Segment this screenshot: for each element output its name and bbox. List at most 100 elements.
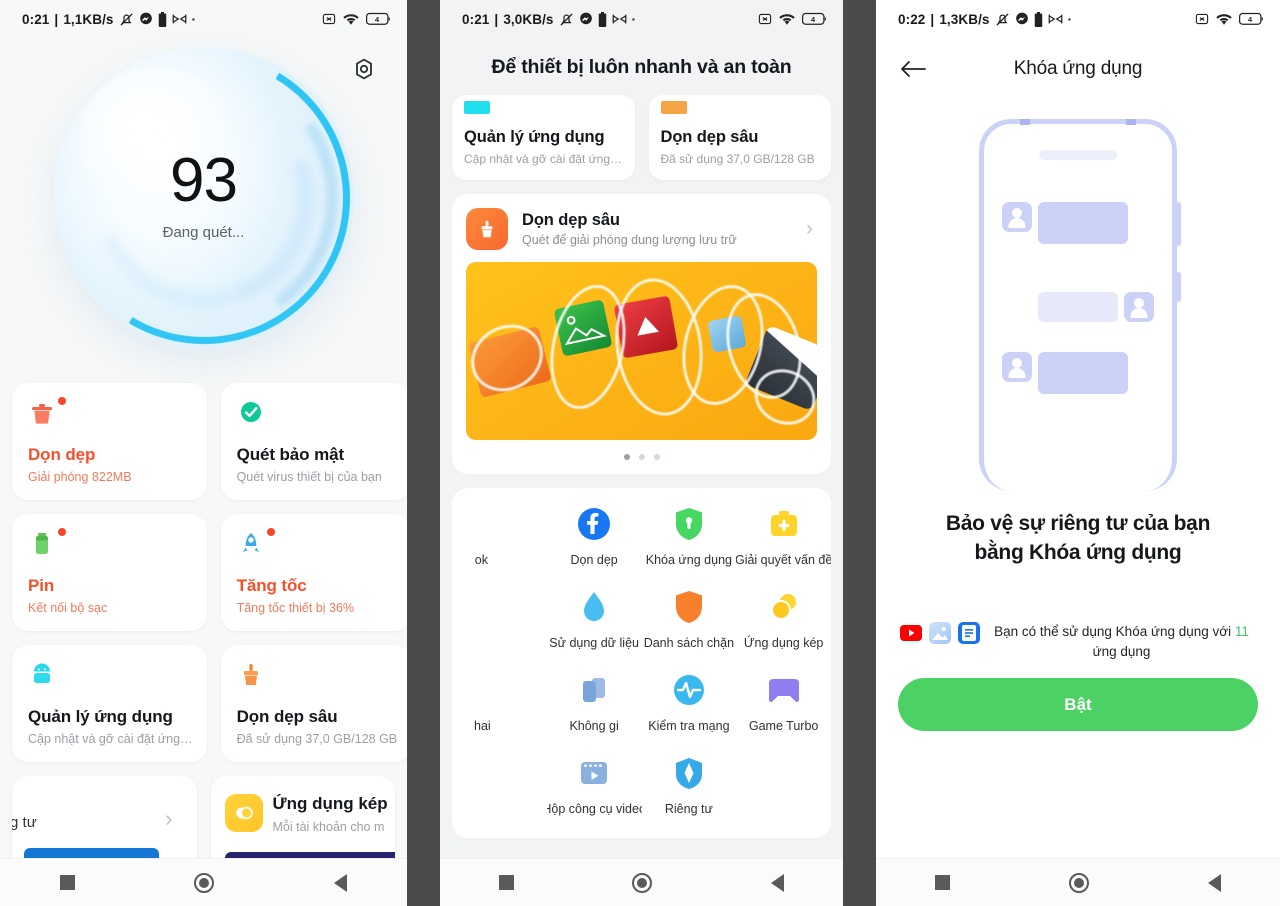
status-bar: 0:21 | 1,1KB/s · 4 xyxy=(0,0,407,38)
card-quan-ly-ung-dung[interactable]: Quản lý ứng dụng Cập nhật và gỡ cài đặt … xyxy=(12,645,207,762)
chat-bubble xyxy=(1038,292,1118,322)
chat-bubble xyxy=(1038,352,1128,394)
grid-item-label: Riêng tư xyxy=(664,802,713,816)
facebook-icon xyxy=(576,506,612,542)
status-separator: | xyxy=(930,11,935,27)
notification-dot xyxy=(266,528,275,536)
phone-chat-illustration xyxy=(876,100,1280,510)
phone-screen-app-lock: 0:22 | 1,3KB/s · 4 Khóa ứng dụng Bảo vệ … xyxy=(876,0,1280,906)
first-aid-icon xyxy=(766,506,802,542)
home-button[interactable] xyxy=(194,872,215,893)
home-button[interactable] xyxy=(632,872,653,893)
partial-card-title: Ứng dụng kép xyxy=(272,794,388,813)
card-subtitle: Đã sử dụng 37,0 GB/128 GB xyxy=(236,732,398,746)
grid-item-rieng-tu[interactable]: Riêng tư xyxy=(642,755,737,816)
three-phone-screenshots: 0:21 | 1,1KB/s · 4 93 Đang quét... Dọn d… xyxy=(0,0,1280,906)
panel-divider-2 xyxy=(843,0,876,906)
grid-item-label: Giải quyết vấn đề xyxy=(736,553,831,567)
chevron-right-icon: › xyxy=(165,806,173,831)
card-accent-bar xyxy=(660,101,687,114)
card-pin[interactable]: Pin Kết nối bộ sạc xyxy=(12,514,207,631)
device-side-button xyxy=(1176,272,1181,302)
tool-grid: ok Dọn dẹp Khóa ứng dụng Giải quyết vấn … xyxy=(452,506,831,816)
grid-item-label: Game Turbo xyxy=(748,719,819,733)
status-separator: | xyxy=(54,11,59,27)
grid-item-label: hai xyxy=(474,719,491,733)
enable-button[interactable]: Bật xyxy=(898,678,1258,732)
back-button[interactable] xyxy=(334,873,348,892)
carousel-dot[interactable] xyxy=(638,454,645,460)
status-bar-right: 4 xyxy=(1195,12,1264,26)
status-bar-right: 4 xyxy=(758,12,827,26)
chat-message-incoming xyxy=(1002,352,1128,394)
mi-icon xyxy=(1048,13,1063,25)
card-don-dep-sau[interactable]: Dọn dẹp sâu Đã sử dụng 37,0 GB/128 GB xyxy=(648,95,831,180)
battery-saver-icon xyxy=(598,11,607,27)
notification-dot xyxy=(58,397,66,405)
status-network-speed: 3,0KB/s xyxy=(503,11,554,27)
svg-text:4: 4 xyxy=(375,15,380,24)
back-button[interactable] xyxy=(1207,873,1221,892)
grid-item-khoa-ung-dung[interactable]: Khóa ứng dụng xyxy=(642,506,737,567)
grid-item-giai-quyet-van-de[interactable]: Giải quyết vấn đề xyxy=(736,506,831,567)
battery-saver-icon xyxy=(158,11,167,27)
deep-clean-text: Dọn dẹp sâu Quét để giải phóng dung lượn… xyxy=(522,211,806,247)
phone-screen-security-home: 0:21 | 1,1KB/s · 4 93 Đang quét... Dọn d… xyxy=(0,0,407,906)
grid-item-su-dung-du-lieu[interactable]: Sử dụng dữ liệu xyxy=(547,589,642,650)
device-side-button xyxy=(1176,202,1181,246)
card-quet-bao-mat[interactable]: Quét bảo mật Quét virus thiết bị của bạn xyxy=(220,383,407,500)
recents-button[interactable] xyxy=(935,875,951,890)
card-don-dep[interactable]: Dọn dẹp Giải phóng 822MB xyxy=(12,383,207,500)
grid-item-hop-cong-cu-video[interactable]: Hộp công cụ video xyxy=(547,755,642,816)
home-button[interactable] xyxy=(1068,872,1089,893)
back-button[interactable] xyxy=(770,873,784,892)
card-title: Quét bảo mật xyxy=(236,445,345,464)
partial-card-subtitle: Mỗi tài khoản cho m xyxy=(272,820,385,834)
gamepad-icon xyxy=(766,672,802,708)
card-quan-ly-ung-dung[interactable]: Quản lý ứng dụng Cập nhật và gỡ cài đặt … xyxy=(452,95,635,180)
carousel-dot-active[interactable] xyxy=(623,454,630,460)
card-subtitle: Cập nhật và gỡ cài đặt ứng… xyxy=(464,152,622,166)
carousel-dots[interactable] xyxy=(452,440,831,464)
app-count: 11 xyxy=(1234,623,1249,639)
recents-button[interactable] xyxy=(59,875,75,890)
no-sim-icon xyxy=(322,12,336,26)
card-tang-toc[interactable]: Tăng tốc Tăng tốc thiết bị 36% xyxy=(220,514,407,631)
page-title: Khóa ứng dụng xyxy=(1013,58,1143,79)
grid-item-danh-sach-chan[interactable]: Danh sách chặn xyxy=(642,589,737,650)
water-drop-icon xyxy=(576,589,612,625)
grid-item-kiem-tra-mang[interactable]: Kiểm tra mạng xyxy=(642,672,737,733)
card-subtitle: Giải phóng 822MB xyxy=(28,470,132,484)
battery-saver-icon xyxy=(1034,11,1043,27)
clipped-icon xyxy=(481,672,517,708)
grid-item-game-turbo[interactable]: Game Turbo xyxy=(736,672,831,733)
lock-shield-icon xyxy=(671,506,707,542)
heading-line-1: Bảo vệ sự riêng tư của bạn xyxy=(945,512,1211,535)
device-notch-right xyxy=(1126,119,1136,125)
card-don-dep-sau[interactable]: Dọn dẹp sâu Đã sử dụng 37,0 GB/128 GB xyxy=(220,645,407,762)
grid-item-ung-dung-kep[interactable]: Ứng dụng kép xyxy=(736,589,831,650)
grid-item-clipped-left-2[interactable]: hai xyxy=(452,672,547,733)
deep-clean-row[interactable]: Dọn dẹp sâu Quét để giải phóng dung lượn… xyxy=(452,208,831,262)
mi-icon xyxy=(172,13,187,25)
no-sim-icon xyxy=(758,12,772,26)
grid-item-khong-gian-thu-hai[interactable]: Không gi xyxy=(547,672,642,733)
grid-item-don-dep[interactable]: Dọn dẹp xyxy=(547,506,642,567)
android-box-icon xyxy=(28,661,58,691)
notification-dot xyxy=(58,528,66,536)
deep-clean-title: Dọn dẹp sâu xyxy=(522,211,620,229)
carousel-dot[interactable] xyxy=(653,454,660,460)
cleanup-promo-banner[interactable] xyxy=(466,262,817,440)
status-time: 0:21 xyxy=(462,11,490,27)
score-value: 93 xyxy=(170,146,238,215)
recents-button[interactable] xyxy=(499,875,515,890)
back-arrow-icon[interactable] xyxy=(900,59,930,79)
status-bar: 0:21 | 3,0KB/s · 4 xyxy=(440,0,843,38)
card-subtitle: Đã sử dụng 37,0 GB/128 GB xyxy=(660,152,815,166)
card-title: Dọn dẹp sâu xyxy=(660,128,759,146)
card-title: Quản lý ứng dụng xyxy=(464,128,605,146)
battery-icon: 4 xyxy=(802,12,827,26)
docs-icon xyxy=(957,621,980,644)
grid-item-empty xyxy=(452,589,547,650)
grid-item-clipped-left[interactable]: ok xyxy=(452,506,547,567)
